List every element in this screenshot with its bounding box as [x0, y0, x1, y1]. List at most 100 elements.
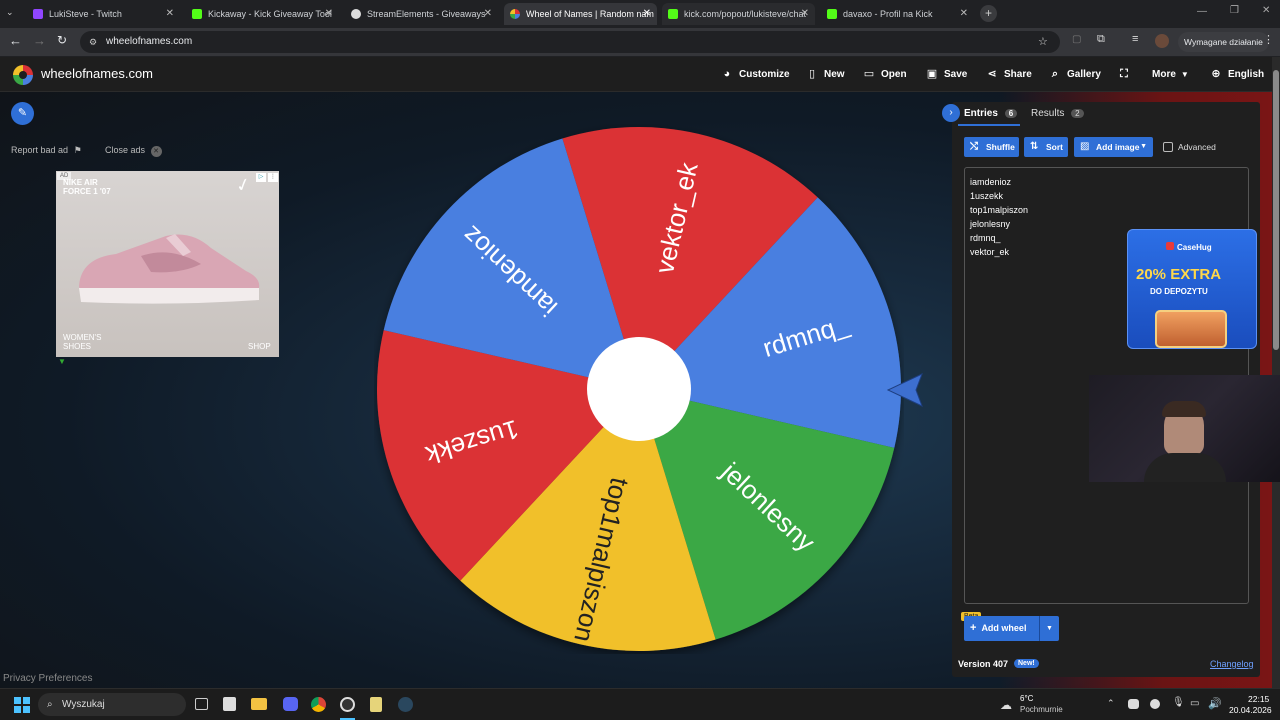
reading-list-icon[interactable]: ≡: [1132, 33, 1138, 45]
chevron-right-icon: ›: [949, 107, 953, 118]
report-bad-ad-link[interactable]: Report bad ad ⚑: [11, 145, 82, 156]
tab-kickaway[interactable]: Kickaway - Kick Giveaway Tool ✕: [186, 3, 339, 25]
back-arrow-icon[interactable]: ←: [9, 33, 22, 48]
wheel-logo-icon[interactable]: [13, 65, 33, 85]
ad-shop-link[interactable]: SHOP: [248, 342, 271, 351]
windows-start-icon[interactable]: [14, 697, 30, 713]
add-wheel-button[interactable]: + Add wheel: [964, 616, 1039, 641]
action-required-button[interactable]: Wymagane działanie: [1178, 32, 1269, 52]
gallery-button[interactable]: ⌕ Gallery: [1048, 57, 1101, 92]
new-label: New: [824, 69, 845, 80]
obs-icon[interactable]: [340, 697, 355, 712]
tray-discord-icon[interactable]: [1128, 699, 1139, 709]
treasure-chest-image: [1155, 310, 1227, 348]
sneaker-image: [79, 234, 260, 304]
tab-entries[interactable]: Entries 6: [964, 108, 1018, 119]
streamer-hair: [1162, 401, 1206, 417]
shuffle-button[interactable]: ⤭ Shuffle: [964, 137, 1019, 157]
ad-feedback-icon[interactable]: ▼: [58, 357, 66, 366]
sort-icon: ⇅: [1030, 141, 1039, 152]
tab-kick-chat[interactable]: kick.com/popout/lukisteve/chat ✕: [662, 3, 815, 25]
add-wheel-dropdown-button[interactable]: ▼: [1039, 616, 1059, 641]
close-ads-link[interactable]: Close ads ✕: [105, 145, 162, 157]
close-icon[interactable]: ✕: [643, 3, 651, 25]
share-button[interactable]: ⋖ Share: [985, 57, 1031, 92]
discord-icon[interactable]: [283, 697, 298, 711]
taskbar-search-label: Wyszukaj: [62, 699, 105, 710]
edit-pencil-button[interactable]: ✎: [11, 102, 34, 125]
entry-line: jelonlesny: [970, 219, 1011, 229]
ad-banner[interactable]: AD NIKE AIR FORCE 1 '07 ✓ ▷ ⋮ WOMEN'S SH…: [56, 171, 279, 357]
tab-davaxo[interactable]: davaxo - Profil na Kick ✕: [821, 3, 974, 25]
weather-temp[interactable]: 6°C: [1020, 694, 1033, 703]
microphone-icon[interactable]: 🎙: [1172, 697, 1185, 708]
tray-chevron-up-icon[interactable]: ⌃: [1107, 698, 1115, 709]
tab-wheel-of-names[interactable]: Wheel of Names | Random nam ✕: [504, 3, 657, 25]
clock-time[interactable]: 22:15: [1248, 694, 1269, 704]
new-button[interactable]: ▯ New: [805, 57, 845, 92]
shuffle-icon: ⤭: [970, 141, 978, 152]
promo-brand: CaseHug: [1166, 242, 1212, 252]
close-icon[interactable]: ✕: [484, 3, 492, 25]
tab-search-chevron-icon[interactable]: ⌄: [6, 7, 14, 18]
file-icon: ▯: [808, 68, 816, 80]
tray-steam-icon[interactable]: [1150, 699, 1160, 709]
language-button[interactable]: ⊕ English: [1209, 57, 1264, 92]
fullscreen-button[interactable]: ⛶: [1117, 57, 1136, 92]
scrollbar-thumb[interactable]: [1273, 70, 1279, 350]
collapse-panel-button[interactable]: ›: [942, 104, 960, 122]
close-icon[interactable]: ✕: [166, 3, 174, 25]
taskbar-search-box[interactable]: ⌕ Wyszukaj: [38, 693, 186, 716]
extension-icon[interactable]: ▢: [1072, 34, 1081, 45]
more-button[interactable]: More ▼: [1152, 57, 1189, 92]
close-icon[interactable]: ✕: [801, 3, 809, 25]
sort-label: Sort: [1046, 142, 1063, 152]
volume-icon[interactable]: 🔊: [1208, 697, 1222, 710]
action-required-label: Wymagane działanie: [1184, 37, 1263, 47]
extensions-puzzle-icon[interactable]: ⧉: [1097, 33, 1105, 46]
weather-desc[interactable]: Pochmurnie: [1020, 705, 1063, 714]
promo-headline: 20% EXTRA: [1136, 266, 1222, 283]
tab-streamelements[interactable]: StreamElements - Giveaways ✕: [345, 3, 498, 25]
tab-label: Kickaway - Kick Giveaway Tool: [208, 9, 332, 19]
promo-overlay: CaseHug 20% EXTRA DO DEPOZYTU: [1127, 229, 1257, 349]
save-button[interactable]: ▣ Save: [925, 57, 968, 92]
close-ads-label: Close ads: [105, 145, 146, 155]
profile-avatar[interactable]: [1155, 34, 1169, 48]
site-info-icon[interactable]: ⚙: [89, 31, 97, 53]
advanced-checkbox[interactable]: [1163, 142, 1173, 152]
task-view-icon[interactable]: [195, 698, 208, 710]
app-icon[interactable]: [223, 697, 236, 711]
spin-wheel[interactable]: vektor_ekrdmnq_jelonlesnytop1malpiszon1u…: [374, 124, 904, 654]
browser-menu-icon[interactable]: ⋮: [1263, 33, 1274, 46]
minimize-icon[interactable]: —: [1197, 6, 1207, 17]
clock-date[interactable]: 20.04.2026: [1229, 705, 1272, 715]
reload-icon[interactable]: ↻: [57, 33, 67, 47]
close-window-icon[interactable]: ✕: [1262, 5, 1270, 16]
wheel-center-hub[interactable]: [587, 337, 691, 441]
add-image-button[interactable]: ▨ Add image ▼: [1074, 137, 1153, 157]
sort-button[interactable]: ⇅ Sort: [1024, 137, 1068, 157]
adchoices-icon[interactable]: ▷: [256, 173, 266, 182]
privacy-preferences-link[interactable]: Privacy Preferences: [3, 673, 92, 684]
tab-results[interactable]: Results 2: [1031, 108, 1084, 119]
close-icon[interactable]: ✕: [960, 3, 968, 25]
customize-button[interactable]: ◕ Customize: [720, 57, 790, 92]
app-icon[interactable]: [370, 697, 382, 712]
site-brand[interactable]: wheelofnames.com: [41, 66, 153, 81]
network-icon[interactable]: ▭: [1190, 698, 1199, 709]
changelog-link[interactable]: Changelog: [1210, 659, 1254, 669]
forward-arrow-icon[interactable]: →: [33, 33, 46, 48]
close-icon[interactable]: ✕: [325, 3, 333, 25]
maximize-icon[interactable]: ❐: [1230, 5, 1239, 16]
steam-icon[interactable]: [398, 697, 413, 712]
open-button[interactable]: ▭ Open: [862, 57, 907, 92]
chrome-icon[interactable]: [311, 697, 326, 712]
tab-twitch[interactable]: LukiSteve - Twitch ✕: [27, 3, 180, 25]
new-tab-button[interactable]: +: [980, 5, 997, 22]
file-explorer-icon[interactable]: [251, 698, 267, 710]
ad-options-icon[interactable]: ⋮: [268, 173, 278, 182]
address-bar[interactable]: ⚙ wheelofnames.com ☆: [80, 31, 1060, 53]
bookmark-star-icon[interactable]: ☆: [1038, 31, 1048, 53]
webcam-overlay: [1089, 375, 1280, 482]
